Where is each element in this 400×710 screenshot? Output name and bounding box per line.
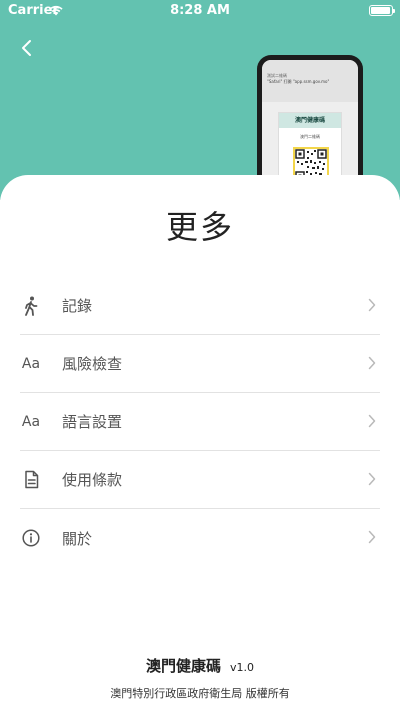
back-button[interactable] — [14, 36, 38, 60]
text-aa-icon: Aa — [21, 355, 41, 372]
info-icon — [20, 527, 42, 549]
app-footer: 澳門健康碼 v1.0 澳門特別行政區政府衛生局 版權所有 — [0, 655, 400, 701]
phone-url-sub: "Safari" 打開 "app.ssm.gov.mo" — [267, 79, 330, 84]
chevron-right-icon — [368, 414, 376, 428]
menu-item-about[interactable]: 關於 — [20, 509, 380, 567]
menu-item-records[interactable]: 記錄 — [20, 277, 380, 335]
menu-item-label: 語言設置 — [62, 413, 123, 431]
walking-person-icon — [20, 295, 42, 317]
menu-item-label: 使用條款 — [62, 471, 123, 489]
status-bar: Carrier 8:28 AM — [0, 0, 400, 22]
menu-item-label: 風險檢查 — [62, 355, 123, 373]
text-aa-icon: Aa — [21, 413, 41, 430]
document-icon — [20, 469, 42, 491]
menu-item-language[interactable]: Aa 語言設置 — [20, 393, 380, 451]
menu-item-risk-check[interactable]: Aa 風險檢查 — [20, 335, 380, 393]
app-name: 澳門健康碼 — [145, 657, 221, 675]
hero-banner: Carrier 8:28 AM 測試二維碼 "Safari" 打開 "app.s… — [0, 0, 400, 200]
phone-card-subtitle: 澳門二維碼 — [300, 134, 320, 139]
chevron-right-icon — [368, 356, 376, 370]
menu-item-terms[interactable]: 使用條款 — [20, 451, 380, 509]
chevron-right-icon — [368, 472, 376, 486]
app-version: v1.0 — [230, 661, 255, 674]
footer-name-row: 澳門健康碼 v1.0 — [0, 655, 400, 676]
phone-browser-bar: 測試二維碼 "Safari" 打開 "app.ssm.gov.mo" — [262, 60, 358, 102]
battery-icon — [369, 5, 395, 16]
chevron-right-icon — [368, 530, 376, 544]
more-sheet: 更多 記錄 Aa 風險檢查 Aa 語言設置 使用條款 關於 澳門健康碼 v1.0… — [0, 175, 400, 710]
chevron-right-icon — [368, 298, 376, 312]
page-title: 更多 — [165, 208, 234, 246]
chevron-left-icon — [22, 40, 31, 56]
menu-item-label: 記錄 — [62, 297, 93, 315]
phone-card-title: 澳門健康碼 — [279, 113, 341, 128]
menu-list: 記錄 Aa 風險檢查 Aa 語言設置 使用條款 關於 — [20, 277, 380, 567]
menu-item-label: 關於 — [62, 529, 93, 548]
copyright-text: 澳門特別行政區政府衛生局 版權所有 — [110, 687, 290, 700]
status-time: 8:28 AM — [170, 3, 230, 18]
